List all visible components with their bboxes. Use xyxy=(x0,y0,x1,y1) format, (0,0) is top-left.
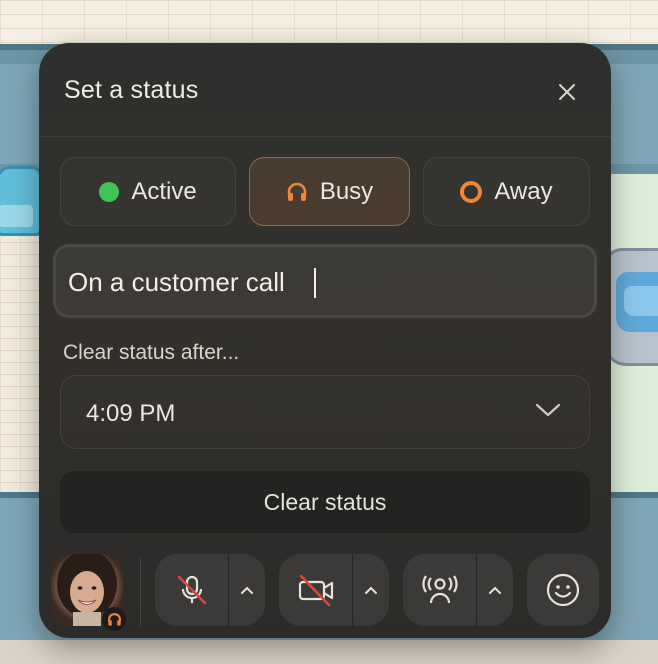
close-icon xyxy=(559,84,575,100)
chevron-up-icon xyxy=(365,586,377,594)
status-option-label: Busy xyxy=(319,177,374,205)
status-option-away[interactable]: Away xyxy=(423,157,590,226)
status-message-input[interactable] xyxy=(66,253,584,311)
clear-after-value: 4:09 PM xyxy=(86,400,176,427)
chevron-up-icon xyxy=(489,586,501,594)
dialog-header: Set a status xyxy=(39,43,611,137)
chevron-up-icon xyxy=(241,586,253,594)
text-caret xyxy=(314,268,316,298)
status-message-field xyxy=(53,244,597,318)
camera-off-icon xyxy=(298,574,333,607)
avatar-status-badge xyxy=(102,607,126,631)
headphones-icon xyxy=(107,612,121,626)
broadcast-options-button[interactable] xyxy=(477,554,513,626)
dialog-title: Set a status xyxy=(64,76,199,104)
clear-after-label: Clear status after... xyxy=(63,341,240,364)
armchair-sprite xyxy=(0,166,42,236)
microphone-options-button[interactable] xyxy=(229,554,265,626)
set-status-dialog: Set a status Active Busy Away Clea xyxy=(39,43,611,638)
broadcast-button[interactable] xyxy=(403,554,476,626)
emoji-button[interactable] xyxy=(527,554,599,626)
floor-bottom xyxy=(0,640,658,664)
camera-options-button[interactable] xyxy=(353,554,389,626)
clear-status-button[interactable]: Clear status xyxy=(60,471,590,533)
status-option-busy[interactable]: Busy xyxy=(249,157,410,226)
headphones-icon xyxy=(287,182,307,201)
microphone-toggle-button[interactable] xyxy=(155,554,228,626)
microphone-control xyxy=(155,554,265,626)
camera-toggle-button[interactable] xyxy=(279,554,352,626)
status-option-label: Active xyxy=(131,177,197,205)
orange-ring-icon xyxy=(460,180,483,203)
status-option-active[interactable]: Active xyxy=(60,157,236,226)
bottom-toolbar xyxy=(39,548,611,638)
green-dot-icon xyxy=(99,181,120,202)
microphone-muted-icon xyxy=(177,575,206,605)
camera-control xyxy=(279,554,389,626)
fountain-sprite xyxy=(604,238,658,366)
clear-after-select[interactable]: 4:09 PM xyxy=(60,375,590,449)
close-button[interactable] xyxy=(552,77,582,107)
chevron-down-icon xyxy=(535,403,561,417)
broadcast-control xyxy=(403,554,513,626)
status-option-label: Away xyxy=(494,177,553,205)
clear-status-label: Clear status xyxy=(263,488,387,515)
broadcast-user-icon xyxy=(421,575,458,604)
brick-wall-left xyxy=(0,230,40,500)
smiley-icon xyxy=(546,573,580,607)
toolbar-divider xyxy=(140,558,141,626)
